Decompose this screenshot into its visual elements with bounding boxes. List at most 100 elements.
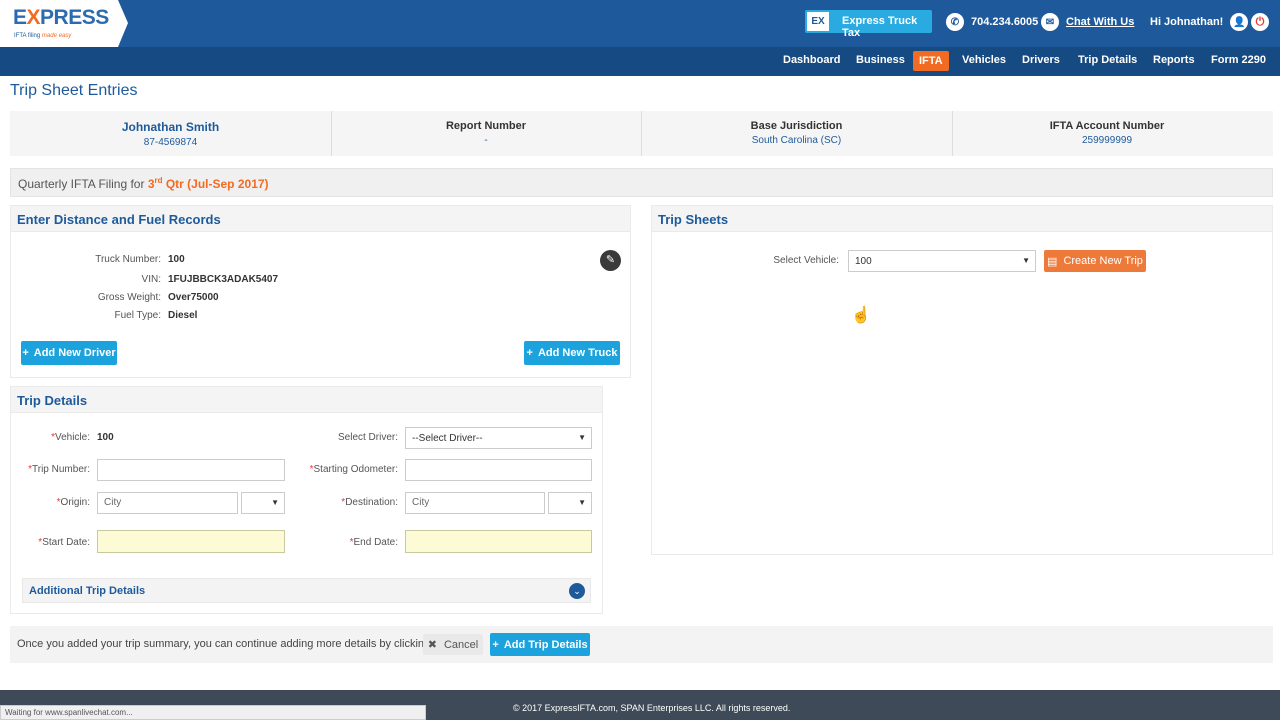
- main-nav: Dashboard Business IFTA Vehicles Drivers…: [0, 47, 1280, 76]
- quarter-banner: Quarterly IFTA Filing for 3rd Qtr (Jul-S…: [10, 168, 1273, 197]
- edit-truck-button[interactable]: ✎: [600, 250, 621, 271]
- close-icon: ✖: [427, 639, 437, 651]
- truck-number-label: Truck Number:: [95, 254, 161, 265]
- caret-down-icon: ▼: [578, 433, 586, 442]
- select-driver-value: --Select Driver--: [412, 433, 483, 444]
- select-driver-label: Select Driver:: [337, 432, 398, 443]
- destination-state-dropdown[interactable]: ▼: [548, 492, 592, 514]
- origin-state-dropdown[interactable]: ▼: [241, 492, 285, 514]
- nav-trip-details[interactable]: Trip Details: [1078, 54, 1137, 66]
- vehicle-label: *Vehicle:: [51, 432, 90, 443]
- vin-value: 1FUJBBCK3ADAK5407: [168, 274, 279, 285]
- report-number-label: Report Number: [445, 120, 527, 132]
- chat-with-us-link[interactable]: ✉ Chat With Us: [1041, 11, 1134, 33]
- start-date-input[interactable]: [97, 530, 285, 553]
- nav-drivers[interactable]: Drivers: [1022, 54, 1060, 66]
- page-title: Trip Sheet Entries: [10, 82, 138, 99]
- copyright: © 2017 ExpressIFTA.com, SPAN Enterprises…: [513, 703, 791, 713]
- phone-number: 704.234.6005: [971, 16, 1039, 28]
- browser-status-bar: Waiting for www.spanlivechat.com...: [0, 705, 426, 720]
- plus-icon: +: [526, 347, 533, 359]
- trip-details-title: Trip Details: [11, 387, 602, 413]
- trip-number-label: *Trip Number:: [28, 464, 90, 475]
- phone-contact[interactable]: ✆ 704.234.6005: [946, 11, 1038, 33]
- vin-label: VIN:: [141, 274, 161, 285]
- power-icon: ⏻: [1251, 13, 1269, 31]
- summary-report-number: Report Number -: [331, 111, 641, 156]
- plus-icon: +: [492, 638, 499, 651]
- destination-city-placeholder: City: [412, 497, 430, 508]
- trip-number-input[interactable]: [97, 459, 285, 481]
- additional-trip-details-toggle[interactable]: Additional Trip Details ⌄: [22, 578, 591, 603]
- select-vehicle-dropdown[interactable]: 100 ▼: [848, 250, 1036, 272]
- business-ein: 87-4569874: [143, 137, 198, 148]
- start-date-label: *Start Date:: [38, 537, 90, 548]
- trip-sheets-title: Trip Sheets: [652, 206, 1272, 232]
- gross-weight-label: Gross Weight:: [97, 292, 161, 303]
- plus-icon: +: [22, 347, 29, 359]
- chat-label: Chat With Us: [1066, 16, 1135, 28]
- logo-wordmark: EXPRESS: [13, 6, 109, 29]
- nav-reports[interactable]: Reports: [1153, 54, 1195, 66]
- summary-base-jurisdiction: Base Jurisdiction South Carolina (SC): [641, 111, 952, 156]
- user-greeting: Hi Johnathan!: [1150, 16, 1224, 28]
- nav-dashboard[interactable]: Dashboard: [783, 54, 840, 66]
- origin-city-input[interactable]: City: [97, 492, 238, 514]
- report-number-value: -: [484, 135, 488, 146]
- destination-city-input[interactable]: City: [405, 492, 545, 514]
- truck-number-value: 100: [168, 254, 185, 265]
- fuel-type-value: Diesel: [168, 310, 198, 321]
- nav-vehicles[interactable]: Vehicles: [962, 54, 1006, 66]
- ifta-account-label: IFTA Account Number: [1049, 120, 1165, 132]
- express-truck-tax-button[interactable]: EX Express Truck Tax: [805, 10, 932, 39]
- starting-odometer-label: *Starting Odometer:: [309, 464, 398, 475]
- summary-business: Johnathan Smith 87-4569874: [10, 111, 331, 156]
- pencil-icon: ✎: [605, 254, 616, 266]
- pointer-cursor-icon: ☝: [851, 307, 871, 324]
- add-trip-details-button[interactable]: + Add Trip Details: [490, 633, 590, 656]
- nav-business[interactable]: Business: [856, 54, 905, 66]
- nav-ifta[interactable]: IFTA: [913, 51, 949, 71]
- nav-form-2290[interactable]: Form 2290: [1211, 54, 1266, 66]
- express-truck-tax-icon: EX: [807, 12, 829, 31]
- starting-odometer-input[interactable]: [405, 459, 592, 481]
- business-name: Johnathan Smith: [121, 120, 220, 134]
- select-vehicle-label: Select Vehicle:: [773, 255, 839, 266]
- action-hint: Once you added your trip summary, you ca…: [17, 638, 456, 650]
- express-ifta-logo[interactable]: EXPRESS IFTA filing made easy: [0, 0, 128, 47]
- distance-fuel-title: Enter Distance and Fuel Records: [11, 206, 630, 232]
- fuel-type-label: Fuel Type:: [114, 310, 161, 321]
- additional-trip-details-label: Additional Trip Details: [29, 585, 146, 597]
- origin-city-placeholder: City: [104, 497, 122, 508]
- caret-down-icon: ▼: [1022, 256, 1030, 265]
- base-jurisdiction-value: South Carolina (SC): [751, 135, 842, 146]
- vehicle-value: 100: [97, 432, 114, 443]
- add-new-driver-button[interactable]: + Add New Driver: [21, 341, 117, 365]
- caret-down-icon: ▼: [271, 498, 279, 507]
- add-new-truck-button[interactable]: + Add New Truck: [524, 341, 620, 365]
- caret-down-icon: ▼: [578, 498, 586, 507]
- top-header: EXPRESS IFTA filing made easy EX Express…: [0, 0, 1280, 47]
- gross-weight-value: Over75000: [168, 292, 219, 303]
- action-bar: Once you added your trip summary, you ca…: [10, 626, 1273, 663]
- destination-label: *Destination:: [341, 497, 398, 508]
- cancel-button[interactable]: ✖ Cancel: [423, 634, 483, 655]
- document-icon: ▤: [1047, 255, 1058, 268]
- logo-tagline: IFTA filing made easy: [14, 33, 72, 39]
- user-menu[interactable]: Hi Johnathan! 👤: [1150, 11, 1249, 33]
- end-date-label: *End Date:: [349, 537, 398, 548]
- logout-button[interactable]: ⏻: [1251, 11, 1269, 33]
- express-truck-tax-label: Express Truck Tax: [842, 15, 918, 39]
- create-new-trip-button[interactable]: ▤ Create New Trip: [1044, 250, 1146, 272]
- chat-icon: ✉: [1041, 13, 1059, 31]
- chevron-down-icon: ⌄: [569, 583, 585, 599]
- phone-icon: ✆: [946, 13, 964, 31]
- base-jurisdiction-label: Base Jurisdiction: [750, 120, 843, 132]
- origin-label: *Origin:: [56, 497, 90, 508]
- select-driver-dropdown[interactable]: --Select Driver-- ▼: [405, 427, 592, 449]
- ifta-account-value: 259999999: [1081, 135, 1133, 146]
- summary-ifta-account: IFTA Account Number 259999999: [952, 111, 1262, 156]
- select-vehicle-value: 100: [855, 256, 872, 267]
- end-date-input[interactable]: [405, 530, 592, 553]
- quarter-period: 3rd Qtr (Jul-Sep 2017): [147, 176, 269, 191]
